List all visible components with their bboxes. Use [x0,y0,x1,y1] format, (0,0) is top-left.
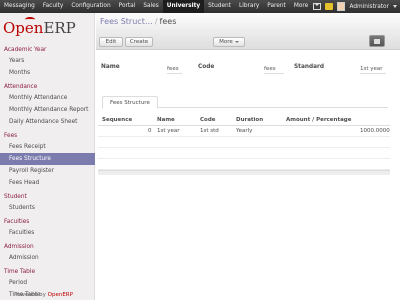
mail-icon[interactable] [313,3,322,10]
top-menu: Messaging Faculty Configuration Portal S… [0,0,312,13]
logo-erp: ERP [43,19,76,37]
more-chevron-icon [234,40,239,43]
column-duration[interactable]: Duration [236,115,263,126]
column-name[interactable]: Name [157,115,175,126]
form-fields: Name fees Code fees Standard 1st year [100,64,390,78]
menu-sales[interactable]: Sales [139,0,162,13]
menu-student[interactable]: Student [204,0,235,13]
sidebar: OpenERP Academic Year Years Months Atten… [0,13,95,300]
table-footer [98,170,390,175]
more-button-label: More [219,39,233,45]
cell-amount: 1000.0000 [360,128,390,134]
edit-button[interactable]: Edit [99,37,123,47]
top-right-controls: Administrator [313,0,397,13]
notebook-tabs: Fees Structure [102,96,388,109]
view-header: Fees Struct… / fees Edit Create More [96,13,400,50]
chevron-down-icon[interactable] [393,5,397,8]
user-avatar[interactable] [337,2,346,11]
form-sheet: Name fees Code fees Standard 1st year Fe… [96,51,400,300]
table-row[interactable]: 0 1st year 1st std Yearly 1000.0000 [98,126,390,137]
chat-icon[interactable] [325,3,334,10]
section-academic-year: Academic Year [4,47,47,53]
section-attendance: Attendance [4,84,38,90]
logo-open: Open [3,19,44,37]
sidebar-item-months[interactable]: Months [0,67,95,79]
code-label: Code [198,64,215,70]
user-menu[interactable]: Administrator [349,4,389,10]
sidebar-nav: Academic Year Years Months Attendance Mo… [0,42,95,300]
section-faculties: Faculties [4,219,30,225]
sidebar-item-fees-structure[interactable]: Fees Structure [0,153,95,165]
sidebar-item-students[interactable]: Students [0,202,95,214]
name-underline [167,73,182,74]
sidebar-item-faculties[interactable]: Faculties [0,227,95,239]
section-time-table: Time Table [4,269,36,275]
section-admission: Admission [4,244,34,250]
main-content: Fees Struct… / fees Edit Create More Name … [96,13,400,300]
standard-value[interactable]: 1st year [360,66,383,72]
menu-messaging[interactable]: Messaging [0,0,39,13]
logo-swirl-icon [25,17,35,22]
sidebar-item-period[interactable]: Period [0,277,95,289]
sidebar-item-fees-receipt[interactable]: Fees Receipt [0,141,95,153]
column-amount[interactable]: Amount / Percentage [286,115,351,126]
form-view-icon[interactable] [369,35,385,47]
fees-structure-table: Sequence Name Code Duration Amount / Per… [98,115,390,175]
table-row-empty [98,148,390,159]
create-button[interactable]: Create [125,37,153,47]
powered-by-text: Powered by [14,292,48,298]
cell-duration: Yearly [236,128,253,134]
cell-sequence: 0 [148,128,152,134]
table-row-empty [98,137,390,148]
name-label: Name [101,64,120,70]
table-row-empty [98,159,390,170]
menu-more[interactable]: More [290,0,312,13]
code-value[interactable]: fees [264,66,276,72]
code-underline [264,73,284,74]
column-sequence[interactable]: Sequence [102,115,132,126]
menu-university[interactable]: University [162,0,205,13]
name-value[interactable]: fees [167,66,179,72]
column-code[interactable]: Code [200,115,215,126]
sidebar-item-years[interactable]: Years [0,55,95,67]
table-header: Sequence Name Code Duration Amount / Per… [98,115,390,126]
sidebar-item-admission[interactable]: Admission [0,252,95,264]
breadcrumb: Fees Struct… / fees [100,17,176,26]
standard-underline [360,73,386,74]
menu-library[interactable]: Library [235,0,263,13]
breadcrumb-parent[interactable]: Fees Struct… [100,17,153,26]
breadcrumb-separator: / [154,17,158,26]
powered-by-link[interactable]: OpenERP [48,292,73,298]
section-fees: Fees [4,133,18,139]
more-button[interactable]: More [213,37,245,47]
menu-configuration[interactable]: Configuration [67,0,114,13]
cell-code: 1st std [200,128,219,134]
sidebar-item-monthly-attendance-report[interactable]: Monthly Attendance Report [0,104,95,116]
sidebar-item-daily-attendance-sheet[interactable]: Daily Attendance Sheet [0,116,95,128]
sidebar-item-monthly-attendance[interactable]: Monthly Attendance [0,92,95,104]
menu-parent[interactable]: Parent [263,0,290,13]
openerp-logo[interactable]: OpenERP [3,17,83,37]
sidebar-item-payroll-register[interactable]: Payroll Register [0,165,95,177]
section-student: Student [4,194,27,200]
powered-by: Powered by OpenERP [14,292,73,298]
sidebar-item-fees-head[interactable]: Fees Head [0,177,95,189]
tab-fees-structure[interactable]: Fees Structure [102,96,158,109]
top-menu-bar: Messaging Faculty Configuration Portal S… [0,0,400,13]
breadcrumb-current: fees [159,17,177,26]
menu-faculty[interactable]: Faculty [39,0,68,13]
standard-label: Standard [294,64,325,70]
cell-name: 1st year [157,128,180,134]
menu-portal[interactable]: Portal [115,0,140,13]
